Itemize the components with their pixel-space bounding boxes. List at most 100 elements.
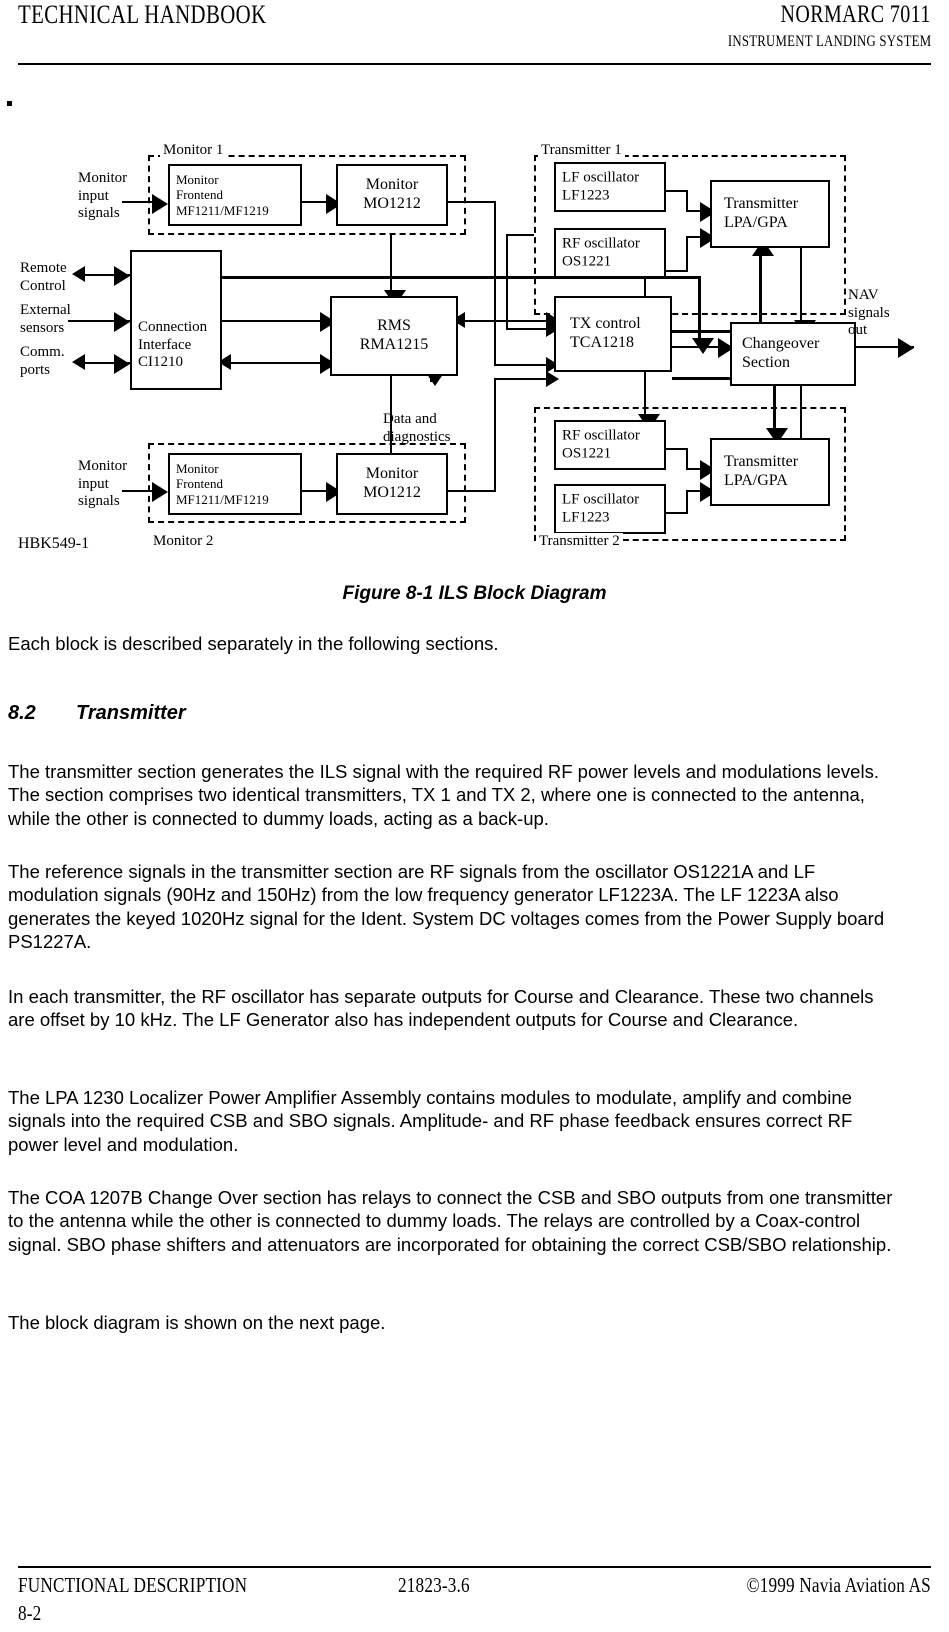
block-label: LF oscillator LF1223 xyxy=(562,491,660,526)
header-rule xyxy=(18,63,931,65)
block-monitor2-frontend: Monitor Frontend MF1211/MF1219 xyxy=(168,453,302,515)
wire xyxy=(686,238,688,272)
paragraph-3: In each transmitter, the RF oscillator h… xyxy=(8,986,874,1031)
wire xyxy=(666,448,688,450)
wire xyxy=(666,512,688,514)
label-line: Data and xyxy=(383,411,437,427)
block-label-line: Connection xyxy=(138,318,208,335)
block-label: Connection Interface CI1210 xyxy=(138,319,216,372)
block-monitor2-mo1212: Monitor MO1212 xyxy=(336,453,448,515)
figure-drawing-id: HBK549-1 xyxy=(18,535,90,552)
block-label-line: MF1211/MF1219 xyxy=(176,202,269,218)
block-label-line: MO1212 xyxy=(363,484,421,501)
paragraph-4: The LPA 1230 Localizer Power Amplifier A… xyxy=(8,1087,853,1155)
label-line: Comm. xyxy=(20,344,65,360)
block-label-line: LF oscillator xyxy=(562,491,640,508)
footer-center: 21823-3.6 xyxy=(398,1573,470,1597)
block-label-line: CI1210 xyxy=(138,354,183,371)
arrow-icon xyxy=(546,371,559,387)
block-changeover-section: Changeover Section xyxy=(730,322,856,386)
wire xyxy=(222,320,330,322)
block-label-line: RMS xyxy=(377,317,411,335)
figure-caption: Figure 8-1 ILS Block Diagram xyxy=(342,583,607,604)
block-label-line: Monitor xyxy=(365,465,419,483)
label-nav-signals-out: NAV signals out xyxy=(848,287,890,340)
block-label: RF oscillator OS1221 xyxy=(562,235,660,270)
block-label: Transmitter LPA/GPA xyxy=(724,453,824,491)
block-label: LF oscillator LF1223 xyxy=(562,169,660,204)
block-monitor1-mo1212: Monitor MO1212 xyxy=(336,164,448,226)
label-monitor-input-top: Monitor input signals xyxy=(78,170,127,223)
block-rms-rma1215: RMS RMA1215 xyxy=(330,296,458,376)
section-number: 8.2 xyxy=(8,702,36,724)
wire xyxy=(448,201,496,203)
block-label-line: LF1223 xyxy=(562,509,610,525)
block-tx-control-tca1218: TX control TCA1218 xyxy=(554,296,672,372)
arrow-icon xyxy=(114,266,130,286)
header-title-right: NORMARC 7011 xyxy=(780,1,931,28)
footer-left: FUNCTIONAL DESCRIPTION xyxy=(18,1573,248,1597)
wire xyxy=(666,270,688,272)
arrow-icon xyxy=(114,312,130,332)
footer-rule xyxy=(18,1566,931,1568)
block-label-line: Monitor xyxy=(176,172,219,188)
label-line: input xyxy=(78,187,109,204)
block-label-line: RF oscillator xyxy=(562,235,640,252)
wire xyxy=(666,190,688,192)
wire-bus xyxy=(698,276,701,346)
block-tx2-lf-oscillator: LF oscillator LF1223 xyxy=(554,484,666,534)
block-label-line: MO1212 xyxy=(363,195,421,212)
label-line: External xyxy=(20,302,71,318)
block-label: RF oscillator OS1221 xyxy=(562,427,660,462)
wire xyxy=(458,320,558,322)
wire xyxy=(686,448,688,470)
arrow-icon xyxy=(72,266,85,282)
block-tx1-amplifier: Transmitter LPA/GPA xyxy=(710,180,830,248)
block-label: Transmitter LPA/GPA xyxy=(724,195,824,233)
label-line: Monitor xyxy=(78,458,128,474)
block-connection-interface: Connection Interface CI1210 xyxy=(130,250,222,390)
header-subtitle: INSTRUMENT LANDING SYSTEM xyxy=(727,33,931,50)
label-line: NAV xyxy=(848,287,879,303)
paragraph-5: The COA 1207B Change Over section has re… xyxy=(8,1187,893,1255)
footer-page-number: 8-2 xyxy=(18,1601,42,1625)
label-remote-control: Remote Control xyxy=(20,260,67,295)
block-label-line: MF1211/MF1219 xyxy=(176,491,269,507)
label-line: input xyxy=(78,475,109,492)
group-label-transmitter-1: Transmitter 1 xyxy=(538,142,625,159)
paragraph-1: The transmitter section generates the IL… xyxy=(8,761,879,829)
label-line: signals xyxy=(78,205,120,222)
arrow-icon xyxy=(72,354,85,370)
block-label: RMS RMA1215 xyxy=(334,317,454,355)
block-tx2-rf-oscillator: RF oscillator OS1221 xyxy=(554,420,666,470)
page-header: TECHNICAL HANDBOOK NORMARC 7011 INSTRUME… xyxy=(18,0,931,60)
block-label-line: OS1221 xyxy=(562,253,612,269)
wire xyxy=(686,490,688,514)
label-line: out xyxy=(848,322,868,339)
block-label-line: Transmitter xyxy=(724,453,799,471)
wire xyxy=(800,248,802,326)
label-line: signals xyxy=(848,304,890,321)
block-label-line: RF oscillator xyxy=(562,427,640,444)
wire xyxy=(759,248,762,332)
paragraph-6: The block diagram is shown on the next p… xyxy=(8,1312,386,1333)
block-label-line: TCA1218 xyxy=(570,334,634,351)
block-label: Monitor Frontend MF1211/MF1219 xyxy=(176,172,296,218)
block-tx1-lf-oscillator: LF oscillator LF1223 xyxy=(554,162,666,212)
wire xyxy=(390,235,392,295)
block-label-line: RMA1215 xyxy=(359,336,429,353)
label-line: signals xyxy=(78,493,120,510)
block-label-line: LF1223 xyxy=(562,187,610,203)
block-label: Monitor MO1212 xyxy=(340,465,444,503)
arrow-icon xyxy=(692,338,714,354)
label-monitor-input-bottom: Monitor input signals xyxy=(78,458,127,511)
section-title: Transmitter xyxy=(76,702,186,724)
document-page: TECHNICAL HANDBOOK NORMARC 7011 INSTRUME… xyxy=(0,0,949,1632)
block-monitor1-frontend: Monitor Frontend MF1211/MF1219 xyxy=(168,164,302,226)
wire xyxy=(494,378,496,492)
block-label-line: LPA/GPA xyxy=(724,472,788,489)
block-tx2-amplifier: Transmitter LPA/GPA xyxy=(710,438,830,506)
block-label: Monitor Frontend MF1211/MF1219 xyxy=(176,461,296,507)
label-line: Monitor xyxy=(78,170,128,186)
block-label-line: Frontend xyxy=(176,187,223,203)
